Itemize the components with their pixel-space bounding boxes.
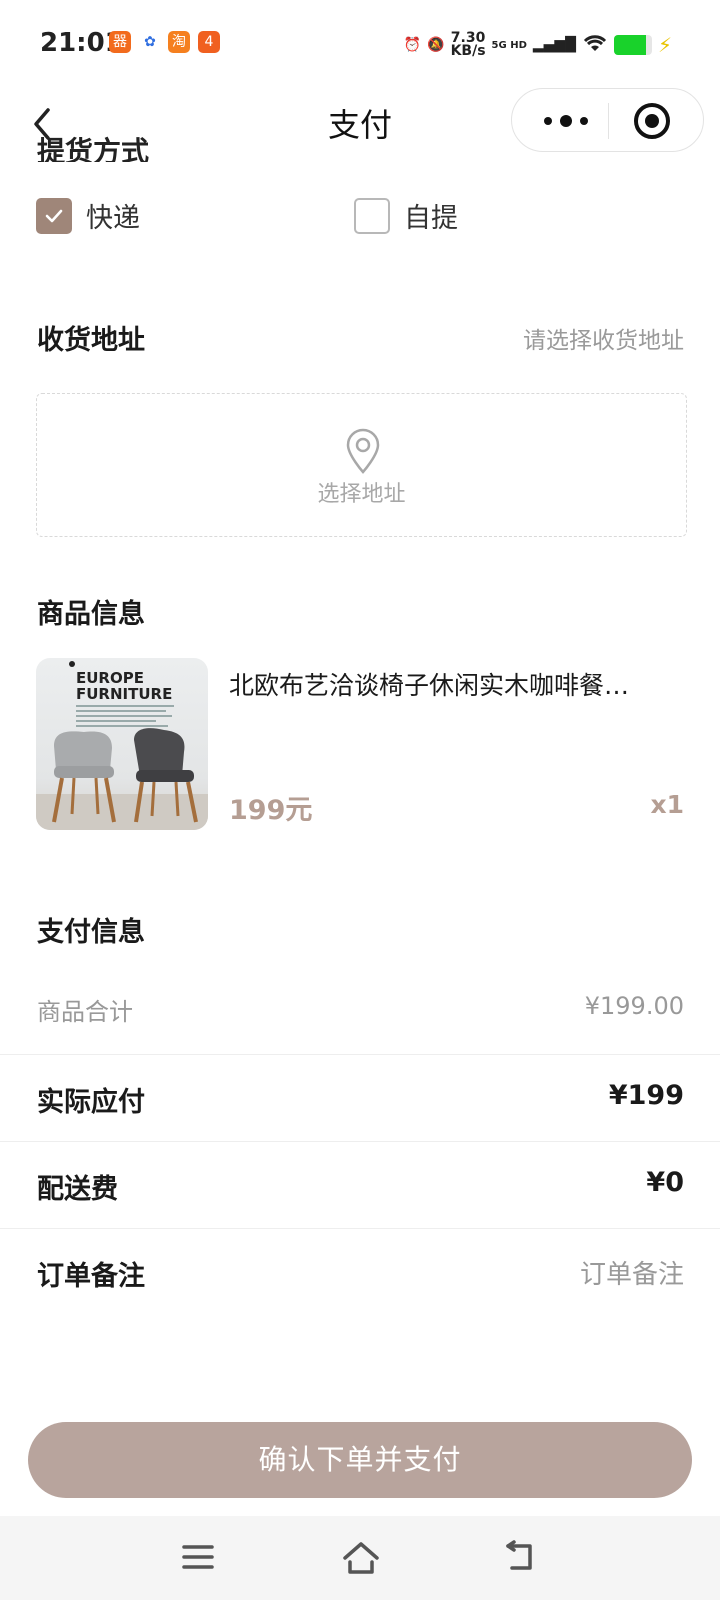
confirm-pay-button[interactable]: 确认下单并支付: [28, 1422, 692, 1498]
app-icon-4: 4: [198, 31, 220, 53]
subtotal-value: ¥199.00: [584, 992, 684, 1020]
select-address-label: 选择地址: [317, 482, 406, 507]
payment-section-title: 支付信息: [37, 917, 145, 948]
delivery-option-express[interactable]: 快递: [36, 196, 140, 235]
mute-icon: 🔕: [427, 37, 445, 53]
alarm-icon: ⏰: [403, 37, 422, 53]
checkbox-checked-icon[interactable]: [36, 197, 72, 234]
app-icon-3: 淘: [168, 31, 190, 53]
select-address-box[interactable]: 选择地址: [36, 393, 687, 537]
product-image-art: EUROPE FURNITURE: [36, 661, 208, 830]
capsule-divider: [608, 103, 609, 139]
delivery-option-label: 快递: [86, 203, 140, 234]
order-note-label: 订单备注: [37, 1261, 145, 1292]
product-price: 199元: [229, 795, 313, 826]
more-icon[interactable]: [532, 105, 596, 137]
back-nav-icon[interactable]: [504, 1540, 540, 1574]
status-indicators: ⏰ 🔕 7.30 KB/s 5G HD ▂▄▆█ ⚡: [404, 28, 672, 62]
shipping-fee-label: 配送费: [37, 1174, 118, 1205]
delivery-options: 快递 自提: [36, 196, 686, 242]
shipping-fee-row: 配送费 ¥0: [0, 1141, 720, 1227]
shipping-fee-value: ¥0: [646, 1167, 684, 1198]
product-name[interactable]: 北欧布艺洽谈椅子休闲实木咖啡餐…: [229, 666, 679, 702]
battery-fill: [613, 35, 647, 55]
clipped-section-heading: 提货方式: [37, 135, 150, 162]
actual-payment-row: 实际应付 ¥199: [0, 1054, 720, 1140]
product-quantity: x1: [650, 790, 684, 819]
status-bar: 21:01 器 ✿ 淘 4 ⏰ 🔕 7.30 KB/s 5G HD ▂▄▆█ ⚡: [0, 0, 720, 88]
location-pin-icon: [346, 428, 380, 474]
product-image[interactable]: EUROPE FURNITURE: [36, 658, 208, 830]
wifi-icon: [582, 33, 608, 57]
actual-payment-value: ¥199: [608, 1080, 684, 1111]
system-nav-bar: [0, 1516, 720, 1600]
charging-icon: ⚡: [657, 33, 672, 57]
signal-icon: ▂▄▆█: [532, 37, 576, 53]
product-section-title: 商品信息: [37, 599, 145, 630]
actual-payment-label: 实际应付: [37, 1087, 145, 1118]
close-miniapp-icon[interactable]: [632, 101, 672, 141]
delivery-option-label: 自提: [404, 203, 458, 234]
delivery-option-pickup[interactable]: 自提: [354, 196, 458, 235]
network-type: 5G HD: [491, 39, 527, 51]
net-speed-unit: KB/s: [450, 43, 486, 59]
address-section-title: 收货地址: [37, 325, 145, 356]
app-icon-1: 器: [109, 31, 131, 53]
order-note-row[interactable]: 订单备注 订单备注: [0, 1228, 720, 1314]
product-image-text-2: FURNITURE: [76, 685, 172, 703]
home-icon[interactable]: [341, 1540, 381, 1576]
net-speed: 7.30 KB/s: [450, 31, 486, 59]
address-hint[interactable]: 请选择收货地址: [523, 321, 684, 355]
order-note-input[interactable]: 订单备注: [580, 1254, 684, 1291]
miniapp-capsule: [511, 88, 704, 152]
subtotal-label: 商品合计: [37, 998, 133, 1026]
battery-icon: [613, 35, 652, 55]
app-icon-2: ✿: [139, 31, 161, 53]
menu-icon[interactable]: [181, 1540, 215, 1574]
checkbox-unchecked-icon[interactable]: [354, 197, 390, 234]
